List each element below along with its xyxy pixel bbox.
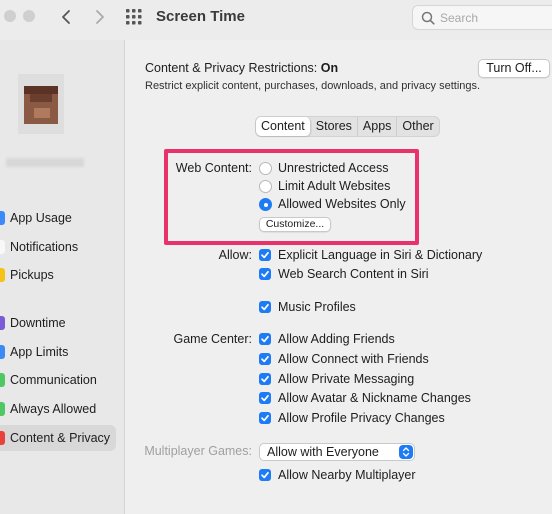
option-label: Allowed Websites Only	[278, 197, 406, 211]
search-placeholder: Search	[440, 11, 479, 25]
checkbox-label: Allow Private Messaging	[278, 372, 415, 386]
sidebar-item-label: App Usage	[10, 211, 72, 225]
checkbox-label: Allow Connect with Friends	[278, 352, 429, 366]
option-label: Limit Adult Websites	[278, 179, 391, 193]
close-window-button[interactable]	[4, 10, 16, 22]
checkbox-web-search-content[interactable]	[259, 268, 271, 280]
sidebar-item-label: Communication	[10, 373, 97, 387]
window-title: Screen Time	[156, 8, 245, 25]
grid-icon[interactable]	[124, 7, 146, 29]
app-usage-icon	[0, 211, 5, 225]
always-allowed-icon	[0, 402, 5, 416]
notifications-icon	[0, 240, 5, 254]
multiplayer-select[interactable]: Allow with Everyone	[259, 443, 415, 461]
minimize-window-button[interactable]	[23, 10, 35, 22]
downtime-icon	[0, 316, 5, 330]
toolbar: Screen Time Search	[0, 0, 552, 40]
search-field[interactable]: Search	[412, 5, 552, 30]
avatar[interactable]	[6, 64, 76, 152]
tab-other[interactable]: Other	[397, 117, 438, 136]
chevron-up-down-icon	[399, 445, 413, 459]
checkmark-icon	[261, 394, 269, 402]
tab-content[interactable]: Content	[256, 117, 311, 136]
search-icon	[421, 11, 435, 25]
sidebar-item-label: Pickups	[10, 268, 54, 282]
sidebar-item-downtime[interactable]: Downtime	[0, 310, 116, 336]
forward-arrow-icon[interactable]	[88, 6, 110, 28]
checkbox-avatar-nickname[interactable]	[259, 392, 271, 404]
user-name-redacted	[6, 158, 84, 167]
pickups-icon	[0, 268, 5, 282]
checkbox-label: Music Profiles	[278, 300, 356, 314]
checkmark-icon	[261, 414, 269, 422]
multiplayer-games-label: Multiplayer Games:	[144, 444, 252, 458]
turn-off-button[interactable]: Turn Off...	[478, 59, 550, 78]
tab-apps[interactable]: Apps	[358, 117, 398, 136]
restrictions-header: Content & Privacy Restrictions: On	[145, 61, 338, 75]
restrictions-status: On	[320, 61, 339, 75]
radio-limit-adult-websites[interactable]	[259, 180, 272, 193]
web-content-label: Web Content:	[175, 161, 252, 175]
checkbox-explicit-language[interactable]	[259, 249, 271, 261]
checkbox-nearby-multiplayer[interactable]	[259, 469, 271, 481]
back-arrow-icon[interactable]	[56, 6, 78, 28]
restrictions-description: Restrict explicit content, purchases, do…	[145, 80, 481, 92]
sidebar-item-content-privacy[interactable]: Content & Privacy	[0, 425, 116, 451]
option-label: Unrestricted Access	[278, 161, 389, 175]
checkmark-icon	[261, 270, 269, 278]
restrictions-header-label: Content & Privacy Restrictions:	[145, 61, 321, 75]
tab-stores[interactable]: Stores	[311, 117, 358, 136]
checkmark-icon	[261, 355, 269, 363]
sidebar-item-label: Always Allowed	[10, 402, 97, 416]
checkbox-music-profiles[interactable]	[259, 301, 271, 313]
sidebar-item-label: App Limits	[10, 345, 69, 359]
checkbox-label: Explicit Language in Siri & Dictionary	[278, 248, 483, 262]
checkbox-label: Allow Avatar & Nickname Changes	[278, 391, 471, 405]
tab-bar: Content Stores Apps Other	[255, 116, 440, 137]
sidebar-item-app-limits[interactable]: App Limits	[0, 339, 116, 365]
allow-label: Allow:	[218, 248, 252, 262]
radio-unrestricted-access[interactable]	[259, 162, 272, 175]
game-center-label: Game Center:	[173, 332, 252, 346]
content-privacy-icon	[0, 431, 5, 445]
checkbox-adding-friends[interactable]	[259, 333, 271, 345]
customize-button[interactable]: Customize...	[259, 217, 331, 232]
communication-icon	[0, 373, 5, 387]
multiplayer-select-value: Allow with Everyone	[267, 445, 379, 459]
checkbox-profile-privacy[interactable]	[259, 412, 271, 424]
app-limits-icon	[0, 345, 5, 359]
checkmark-icon	[261, 375, 269, 383]
checkbox-label: Web Search Content in Siri	[278, 267, 429, 281]
checkmark-icon	[261, 303, 269, 311]
sidebar-item-label: Downtime	[10, 316, 66, 330]
checkmark-icon	[261, 335, 269, 343]
sidebar-item-always-allowed[interactable]: Always Allowed	[0, 396, 116, 422]
checkbox-private-messaging[interactable]	[259, 373, 271, 385]
radio-allowed-websites-only[interactable]	[259, 198, 272, 211]
sidebar-item-notifications[interactable]: Notifications	[0, 234, 116, 260]
checkmark-icon	[261, 251, 269, 259]
checkbox-label: Allow Profile Privacy Changes	[278, 411, 445, 425]
sidebar-item-app-usage[interactable]: App Usage	[0, 205, 116, 231]
sidebar-item-label: Content & Privacy	[10, 431, 111, 445]
checkbox-label: Allow Adding Friends	[278, 332, 395, 346]
checkbox-connect-friends[interactable]	[259, 353, 271, 365]
sidebar-item-pickups[interactable]: Pickups	[0, 262, 116, 288]
checkbox-label: Allow Nearby Multiplayer	[278, 468, 416, 482]
checkmark-icon	[261, 471, 269, 479]
sidebar-item-label: Notifications	[10, 240, 79, 254]
sidebar-item-communication[interactable]: Communication	[0, 367, 116, 393]
